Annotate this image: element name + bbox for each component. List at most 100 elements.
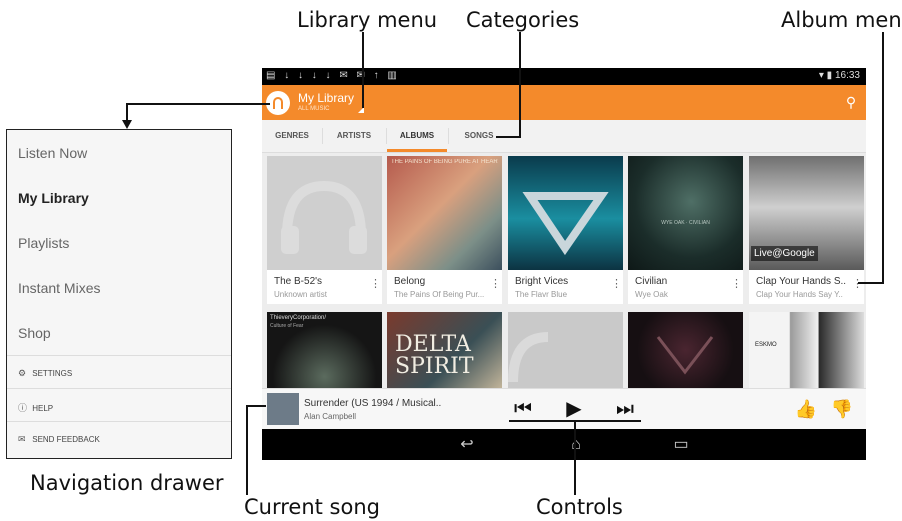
back-icon[interactable]: ↩ (452, 435, 482, 455)
album-card[interactable]: The B-52's Unknown artist ⋮ (267, 156, 382, 304)
drawer-item-listen-now[interactable]: Listen Now (18, 145, 87, 161)
album-art-text: ThieveryCorporation/ (270, 315, 327, 321)
callout-navigation-drawer: Navigation drawer (30, 471, 224, 495)
album-art-belong: THE PAINS OF BEING PURE AT HEART · BELON… (387, 156, 502, 270)
callout-album-menu: Album menu (781, 8, 902, 32)
album-overflow-menu-icon[interactable]: ⋮ (490, 277, 501, 290)
callout-line (519, 32, 521, 138)
tab-albums[interactable]: ALBUMS (387, 120, 447, 152)
now-playing-album-art[interactable] (267, 393, 299, 425)
drawer-item-shop[interactable]: Shop (18, 325, 51, 341)
album-overflow-menu-icon[interactable]: ⋮ (731, 277, 742, 290)
album-art-text: Culture of Fear (270, 323, 304, 329)
album-art-civilian: WYE OAK · CIVILIAN (628, 156, 743, 270)
album-card[interactable] (508, 312, 623, 388)
drawer-item-playlists[interactable]: Playlists (18, 235, 69, 251)
album-title: Belong (394, 276, 426, 287)
thumbs-up-icon[interactable]: 👍 (794, 397, 818, 421)
now-playing-bar[interactable]: Surrender (US 1994 / Musical.. Alan Camp… (262, 388, 866, 430)
album-art-placeholder (267, 156, 382, 270)
album-art-clap-your-hands: Live@Google (749, 156, 864, 270)
album-artist: The Pains Of Being Pur... (394, 290, 485, 299)
status-right: ▾ ▮ 16:33 (819, 70, 860, 81)
clock: 16:33 (834, 70, 860, 81)
album-card[interactable]: THE PAINS OF BEING PURE AT HEART · BELON… (387, 156, 502, 304)
album-title: Civilian (635, 276, 668, 287)
drawer-item-instant-mixes[interactable]: Instant Mixes (18, 280, 100, 296)
drawer-help[interactable]: ⓘ HELP (18, 401, 53, 414)
album-card[interactable]: ESKMO (749, 312, 864, 388)
callout-line (574, 420, 576, 495)
action-bar: My Library ALL MUSIC ⚲ (262, 85, 866, 120)
category-tabs: GENRES ARTISTS ALBUMS SONGS (262, 120, 866, 153)
help-label: HELP (32, 404, 54, 413)
notification-icons: ▤ ↓ ↓ ↓ ↓ ✉ ✉ ↑ ▥ (266, 70, 400, 81)
status-bar: ▤ ↓ ↓ ↓ ↓ ✉ ✉ ↑ ▥ ▾ ▮ 16:33 (262, 68, 866, 85)
album-overflow-menu-icon[interactable]: ⋮ (370, 277, 381, 290)
callout-line (246, 405, 266, 407)
thumbs-down-icon[interactable]: 👎 (830, 397, 854, 421)
search-icon[interactable]: ⚲ (842, 94, 860, 112)
play-icon[interactable]: ▶ (559, 397, 589, 421)
album-title: Clap Your Hands S.. (756, 276, 847, 287)
album-grid: The B-52's Unknown artist ⋮ THE PAINS OF… (267, 156, 864, 388)
album-art-text: THE PAINS OF BEING PURE AT HEART · BELON… (391, 159, 499, 165)
now-playing-title: Surrender (US 1994 / Musical.. (304, 398, 442, 409)
mail-icon: ✉ (18, 434, 26, 444)
system-nav-bar: ↩ ⌂ ▭ (262, 429, 866, 460)
home-icon[interactable]: ⌂ (561, 435, 591, 455)
now-playing-artist: Alan Campbell (304, 412, 357, 421)
navigation-drawer: Listen Now My Library Playlists Instant … (6, 129, 232, 459)
album-art-dark (628, 312, 743, 388)
callout-arrow (122, 120, 132, 129)
album-card[interactable]: Live@Google Clap Your Hands S.. Clap You… (749, 156, 864, 304)
tab-genres[interactable]: GENRES (262, 120, 322, 152)
album-art-text: ESKMO (755, 342, 777, 348)
album-card[interactable]: Bright Vices The Flavr Blue ⋮ (508, 156, 623, 304)
callout-controls: Controls (536, 495, 623, 519)
feedback-label: SEND FEEDBACK (32, 435, 100, 444)
gear-icon: ⚙ (18, 368, 27, 378)
callout-line (496, 136, 521, 138)
album-card[interactable]: ThieveryCorporation/ Culture of Fear (267, 312, 382, 388)
album-art-thievery: ThieveryCorporation/ Culture of Fear (267, 312, 382, 388)
callout-line (126, 103, 128, 121)
drawer-send-feedback[interactable]: ✉ SEND FEEDBACK (18, 434, 100, 445)
callout-line (882, 32, 884, 284)
library-title[interactable]: My Library (298, 91, 354, 105)
callout-categories: Categories (466, 8, 580, 32)
tab-artists[interactable]: ARTISTS (324, 120, 384, 152)
library-subtitle[interactable]: ALL MUSIC (298, 106, 329, 112)
drawer-item-my-library[interactable]: My Library (18, 190, 89, 206)
callout-line (858, 282, 884, 284)
album-art-placeholder (508, 312, 623, 388)
settings-label: SETTINGS (32, 369, 73, 378)
tablet-screen: ▤ ↓ ↓ ↓ ↓ ✉ ✉ ↑ ▥ ▾ ▮ 16:33 My Library A… (262, 68, 866, 460)
album-artist: The Flavr Blue (515, 290, 568, 299)
callout-line (362, 32, 364, 108)
wifi-battery-icon: ▾ ▮ (818, 70, 833, 81)
album-art-text: DELTA SPIRIT (395, 332, 474, 379)
album-card[interactable] (628, 312, 743, 388)
drawer-settings[interactable]: ⚙ SETTINGS (18, 368, 72, 379)
album-art-text: Live@Google (751, 246, 818, 261)
album-overflow-menu-icon[interactable]: ⋮ (611, 277, 622, 290)
album-art-text: WYE OAK · CIVILIAN (661, 220, 710, 226)
headphones-placeholder-icon (281, 180, 367, 254)
headphones-placeholder-icon (508, 332, 549, 383)
previous-track-icon[interactable]: ⏮ (506, 397, 540, 421)
album-title: The B-52's (274, 276, 323, 287)
help-icon: ⓘ (18, 403, 28, 413)
recents-icon[interactable]: ▭ (666, 435, 696, 455)
callout-library-menu: Library menu (297, 8, 438, 32)
album-art-bright-vices (508, 156, 623, 270)
next-track-icon[interactable]: ⏭ (608, 397, 642, 421)
album-artist: Wye Oak (635, 290, 668, 299)
album-artist: Unknown artist (274, 290, 327, 299)
album-artist: Clap Your Hands Say Y.. (756, 290, 843, 299)
album-card[interactable]: WYE OAK · CIVILIAN Civilian Wye Oak ⋮ (628, 156, 743, 304)
album-title: Bright Vices (515, 276, 569, 287)
album-art-eskmo: ESKMO (749, 312, 864, 388)
album-card[interactable]: DELTA SPIRIT (387, 312, 502, 388)
callout-line (126, 103, 270, 105)
